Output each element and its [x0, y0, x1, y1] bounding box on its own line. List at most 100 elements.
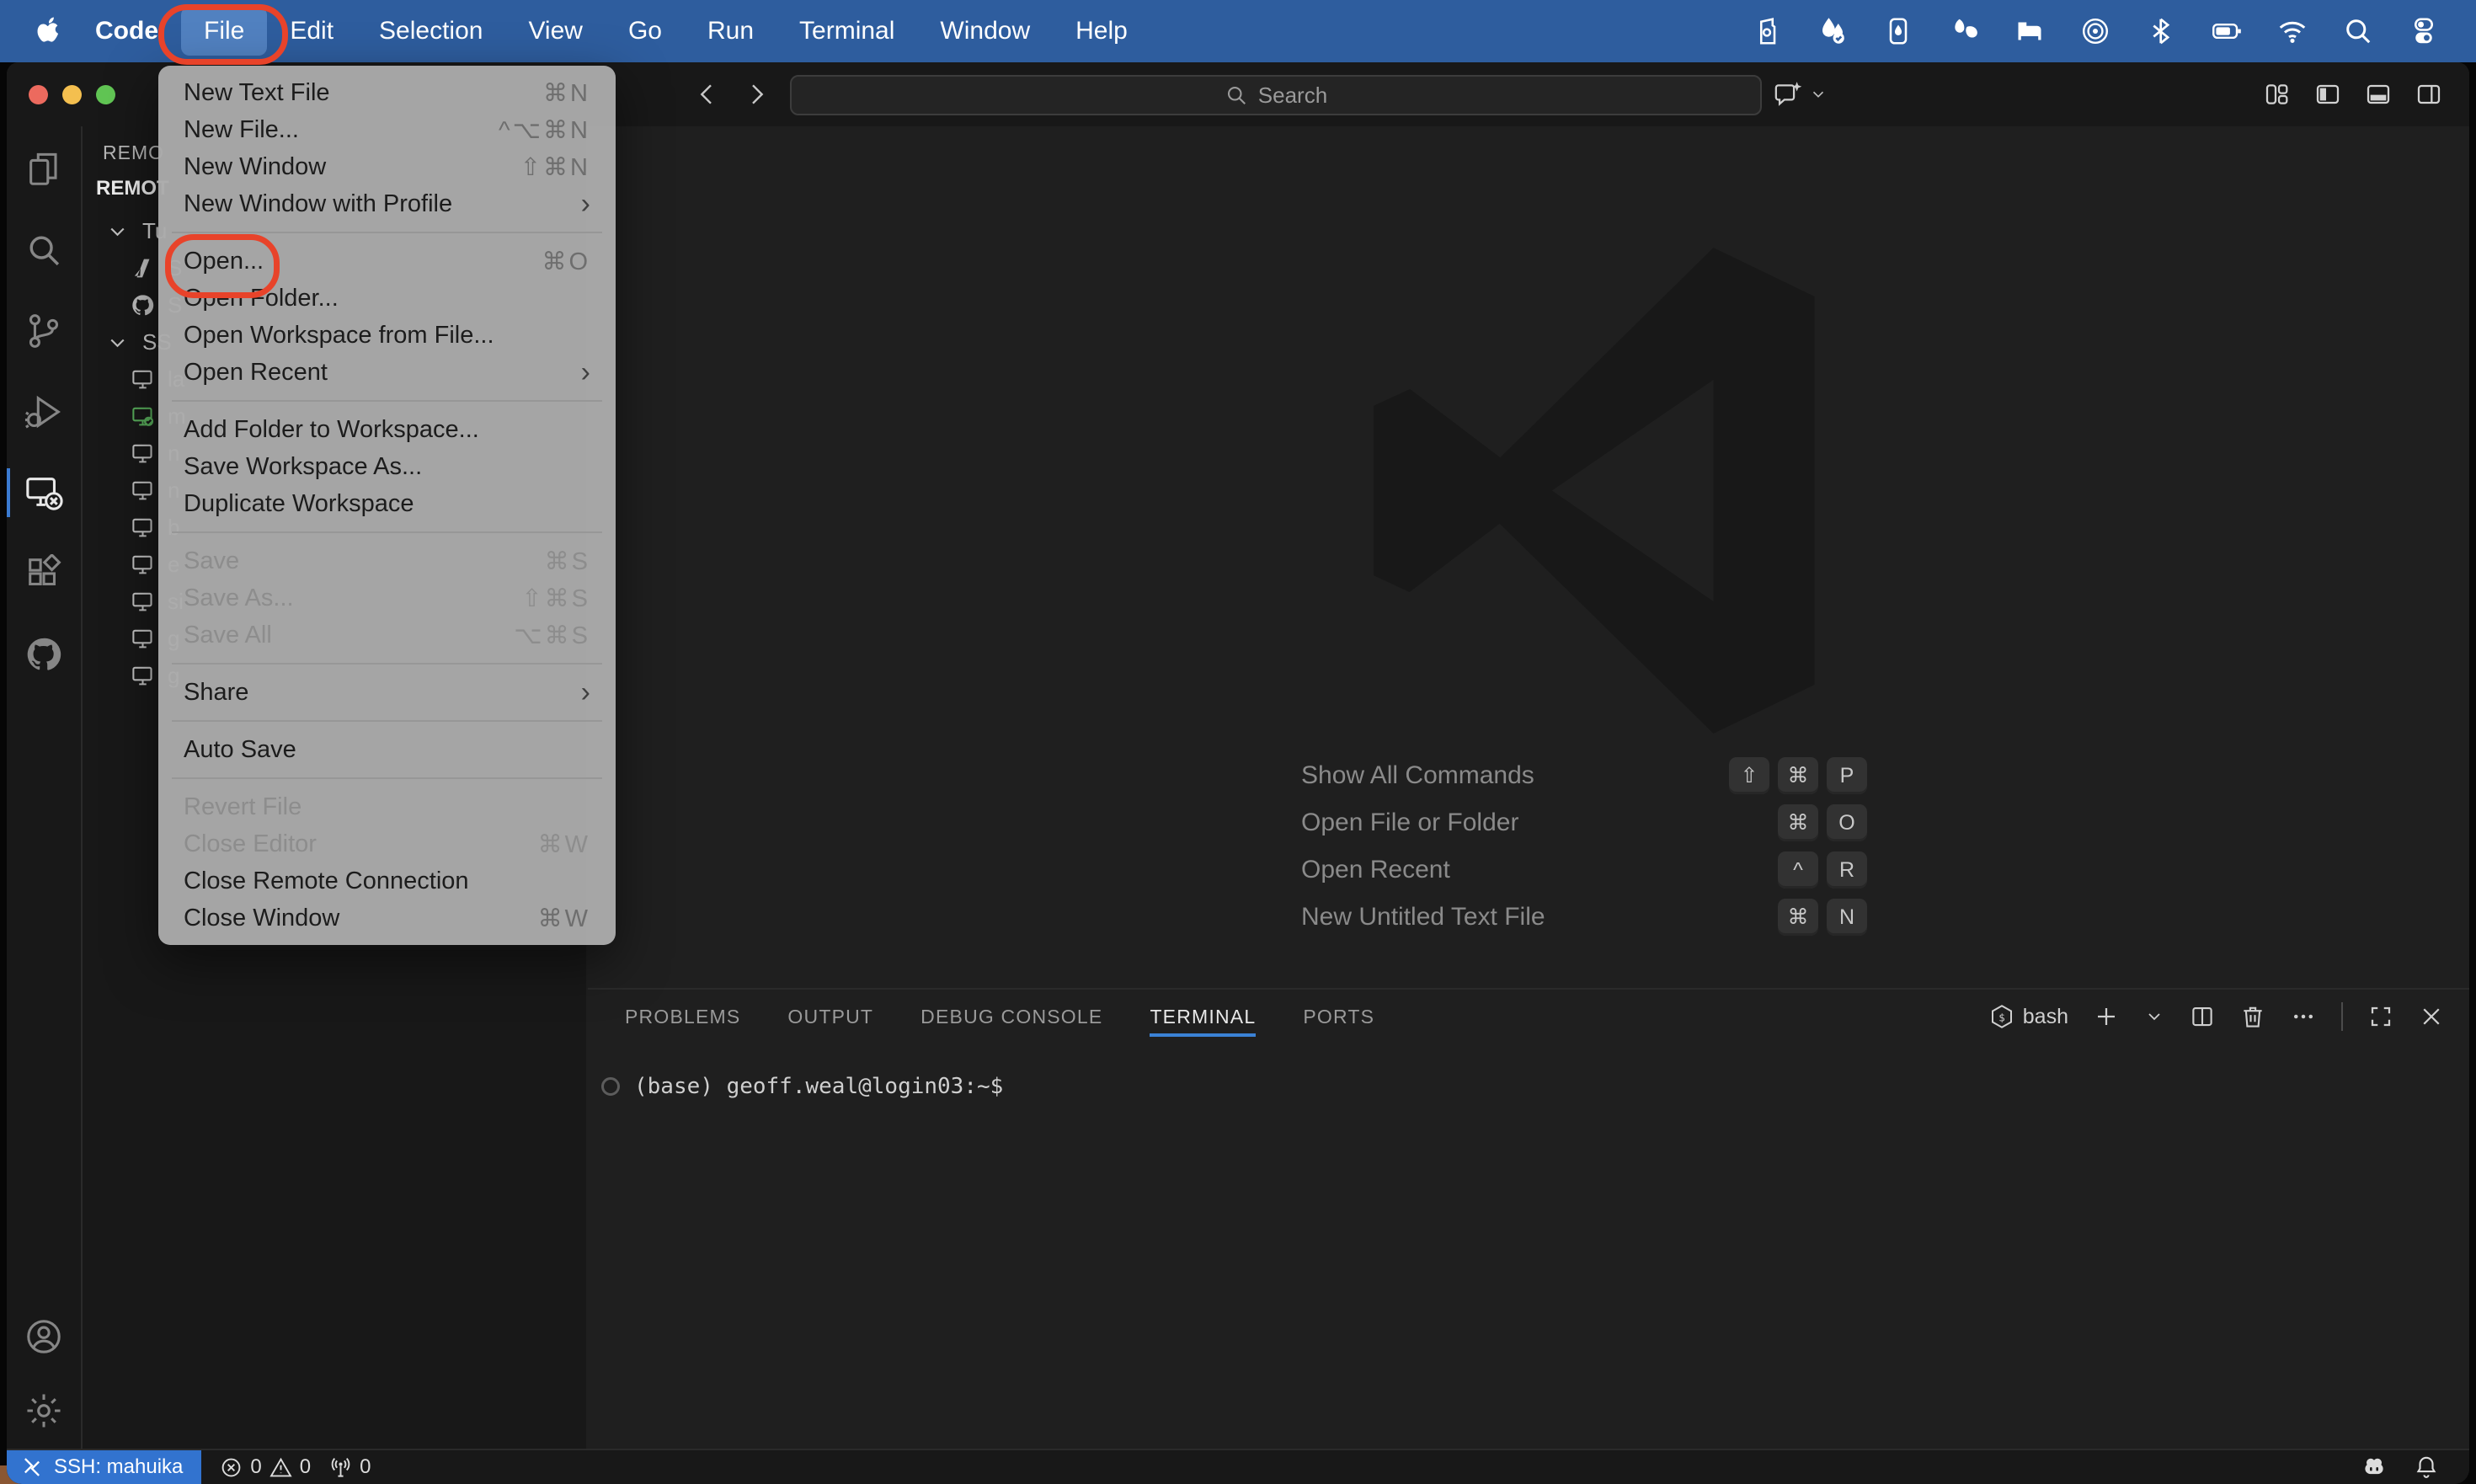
remote-explorer-icon[interactable]	[7, 468, 81, 517]
terminal-toolbar: bash	[1989, 990, 2444, 1044]
menu-item[interactable]: New Text File ⌘N	[158, 74, 616, 111]
sync-app-icon[interactable]	[1817, 16, 1848, 46]
panel-tab[interactable]: OUTPUT	[787, 990, 873, 1044]
explorer-icon[interactable]	[7, 150, 81, 189]
split-terminal-icon[interactable]	[2190, 1004, 2215, 1029]
new-terminal-icon[interactable]	[2094, 1004, 2119, 1029]
timer-app-icon[interactable]	[1883, 16, 1913, 46]
toggle-primary-sidebar-icon[interactable]	[2314, 81, 2341, 108]
menubar-terminal[interactable]: Terminal	[776, 7, 917, 56]
panel-tabs: PROBLEMS OUTPUT DEBUG CONSOLE TERMINAL P…	[625, 990, 1374, 1044]
copilot-status-icon[interactable]	[2361, 1455, 2387, 1480]
run-debug-icon[interactable]	[7, 392, 81, 431]
bluetooth-icon[interactable]	[2146, 16, 2176, 46]
more-actions-icon[interactable]	[2291, 1004, 2316, 1029]
panel-tab[interactable]: TERMINAL	[1150, 990, 1257, 1044]
menubar-edit[interactable]: Edit	[267, 7, 356, 56]
menu-item-label: Open Folder...	[184, 284, 339, 312]
menubar-view[interactable]: View	[505, 7, 605, 56]
problems-indicator[interactable]: 0 0	[220, 1455, 311, 1479]
menu-item[interactable]: Save ⌘S	[158, 542, 616, 579]
search-icon[interactable]	[7, 231, 81, 270]
close-panel-icon[interactable]	[2419, 1004, 2444, 1029]
zoom-window-button[interactable]	[96, 85, 115, 104]
menu-item[interactable]: Close Editor ⌘W	[158, 825, 616, 862]
notes-app-icon[interactable]	[1949, 16, 1979, 46]
search-placeholder: Search	[1257, 82, 1328, 108]
menu-item[interactable]: Save Workspace As...	[158, 448, 616, 485]
github-icon[interactable]	[7, 635, 81, 674]
shell-selector[interactable]: bash	[1989, 1004, 2068, 1029]
notifications-bell-icon[interactable]	[2414, 1455, 2439, 1480]
menu-item[interactable]: Open Folder...	[158, 280, 616, 317]
menu-item-label: Save	[184, 547, 240, 574]
menu-item[interactable]: Open Recent ›	[158, 354, 616, 391]
terminal-prompt-line[interactable]: (base) geoff.weal@login03:~$	[601, 1074, 1003, 1099]
panel-tab[interactable]: DEBUG CONSOLE	[920, 990, 1102, 1044]
menu-item[interactable]: New Window ⇧⌘N	[158, 148, 616, 185]
menu-item[interactable]: New File... ^⌥⌘N	[158, 111, 616, 148]
menu-item-label: New Window with Profile	[184, 190, 453, 217]
toggle-panel-icon[interactable]	[2365, 81, 2392, 108]
spotlight-search-icon[interactable]	[2343, 16, 2373, 46]
battery-icon[interactable]	[2212, 16, 2242, 46]
copilot-chat-button[interactable]	[1774, 62, 1828, 126]
menubar-window[interactable]: Window	[917, 7, 1053, 56]
accounts-icon[interactable]	[7, 1317, 81, 1356]
menu-item[interactable]: Open... ⌘O	[158, 243, 616, 280]
forward-arrow-icon[interactable]	[743, 81, 770, 108]
menubar-app-code[interactable]: Code	[72, 7, 181, 56]
hint-row: Open File or Folder ⌘ O	[1301, 799, 1867, 846]
maximize-panel-icon[interactable]	[2368, 1004, 2393, 1029]
menubar-items: Code File Edit Selection View Go Run Ter…	[72, 0, 1150, 62]
command-center-search[interactable]: Search	[790, 75, 1762, 115]
menubar-run[interactable]: Run	[685, 7, 776, 56]
shell-label: bash	[2022, 1004, 2068, 1028]
menu-item[interactable]: Share ›	[158, 674, 616, 711]
menu-item[interactable]: Close Window ⌘W	[158, 899, 616, 937]
apple-menu-icon[interactable]	[34, 14, 64, 48]
panel-tab[interactable]: PORTS	[1303, 990, 1374, 1044]
back-arrow-icon[interactable]	[694, 81, 721, 108]
menubar-help[interactable]: Help	[1053, 7, 1150, 56]
close-window-button[interactable]	[29, 85, 48, 104]
minimize-window-button[interactable]	[62, 85, 82, 104]
settings-gear-icon[interactable]	[7, 1391, 81, 1430]
source-control-icon[interactable]	[7, 312, 81, 350]
panel-tab[interactable]: PROBLEMS	[625, 990, 740, 1044]
terminal-dropdown-icon[interactable]	[2144, 1006, 2164, 1027]
menu-separator	[172, 777, 602, 779]
menu-item[interactable]: Duplicate Workspace	[158, 485, 616, 522]
kill-terminal-icon[interactable]	[2240, 1004, 2265, 1029]
wifi-icon[interactable]	[2277, 16, 2308, 46]
menu-item-label: Save All	[184, 621, 272, 649]
menu-item[interactable]: Revert File	[158, 788, 616, 825]
menu-item[interactable]: Open Workspace from File...	[158, 317, 616, 354]
menu-item-label: Open Workspace from File...	[184, 321, 494, 349]
menu-item[interactable]: Save As... ⇧⌘S	[158, 579, 616, 617]
menu-item[interactable]: Close Remote Connection	[158, 862, 616, 899]
menubar-file[interactable]: File	[181, 7, 268, 56]
status-bar: SSH: mahuika 0 0 0	[7, 1449, 2469, 1484]
menu-item-shortcut: ⌘W	[537, 905, 590, 932]
hotspot-rings-icon[interactable]	[2080, 16, 2110, 46]
menu-item-label: New File...	[184, 115, 299, 143]
menu-item[interactable]: Auto Save	[158, 731, 616, 768]
amphetamine-bed-icon[interactable]	[2014, 16, 2045, 46]
ports-indicator[interactable]: 0	[329, 1455, 371, 1479]
customize-layout-icon[interactable]	[2264, 81, 2291, 108]
menu-item[interactable]: Save All ⌥⌘S	[158, 617, 616, 654]
camera-app-icon[interactable]	[1752, 16, 1782, 46]
extensions-icon[interactable]	[7, 554, 81, 593]
toggle-secondary-sidebar-icon[interactable]	[2415, 81, 2442, 108]
menu-item[interactable]: New Window with Profile ›	[158, 185, 616, 222]
menu-item-shortcut: ⌥⌘S	[514, 622, 590, 649]
menu-item[interactable]: Add Folder to Workspace...	[158, 411, 616, 448]
remote-indicator[interactable]: SSH: mahuika	[7, 1450, 202, 1484]
menubar-selection[interactable]: Selection	[356, 7, 505, 56]
hint-keys: ⇧ ⌘ P	[1729, 757, 1867, 794]
control-center-icon[interactable]	[2409, 16, 2439, 46]
tree-row-icon	[130, 293, 156, 318]
hint-row: Open Recent ^ R	[1301, 846, 1867, 894]
menubar-go[interactable]: Go	[606, 7, 685, 56]
